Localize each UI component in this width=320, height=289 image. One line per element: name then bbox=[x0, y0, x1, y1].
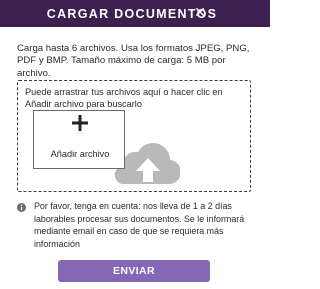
send-button[interactable]: ENVIAR bbox=[58, 260, 210, 282]
upload-instructions: Carga hasta 6 archivos. Usa los formatos… bbox=[17, 43, 250, 79]
close-icon: ✕ bbox=[194, 5, 206, 21]
plus-icon bbox=[72, 115, 88, 131]
file-dropzone[interactable]: Puede arrastrar tus archivos aquí o hace… bbox=[17, 80, 251, 192]
add-file-button[interactable]: Añadir archivo bbox=[33, 110, 125, 169]
info-icon bbox=[17, 203, 26, 212]
processing-notice: Por favor, tenga en cuenta: nos lleva de… bbox=[34, 201, 245, 249]
add-file-label: Añadir archivo bbox=[50, 149, 110, 159]
modal-header: CARGAR DOCUMENTOS ✕ bbox=[0, 0, 270, 27]
close-button[interactable]: ✕ bbox=[191, 4, 209, 22]
dropzone-instructions: Puede arrastrar tus archivos aquí o hace… bbox=[25, 87, 223, 109]
upload-documents-modal: CARGAR DOCUMENTOS ✕ Carga hasta 6 archiv… bbox=[0, 0, 270, 289]
